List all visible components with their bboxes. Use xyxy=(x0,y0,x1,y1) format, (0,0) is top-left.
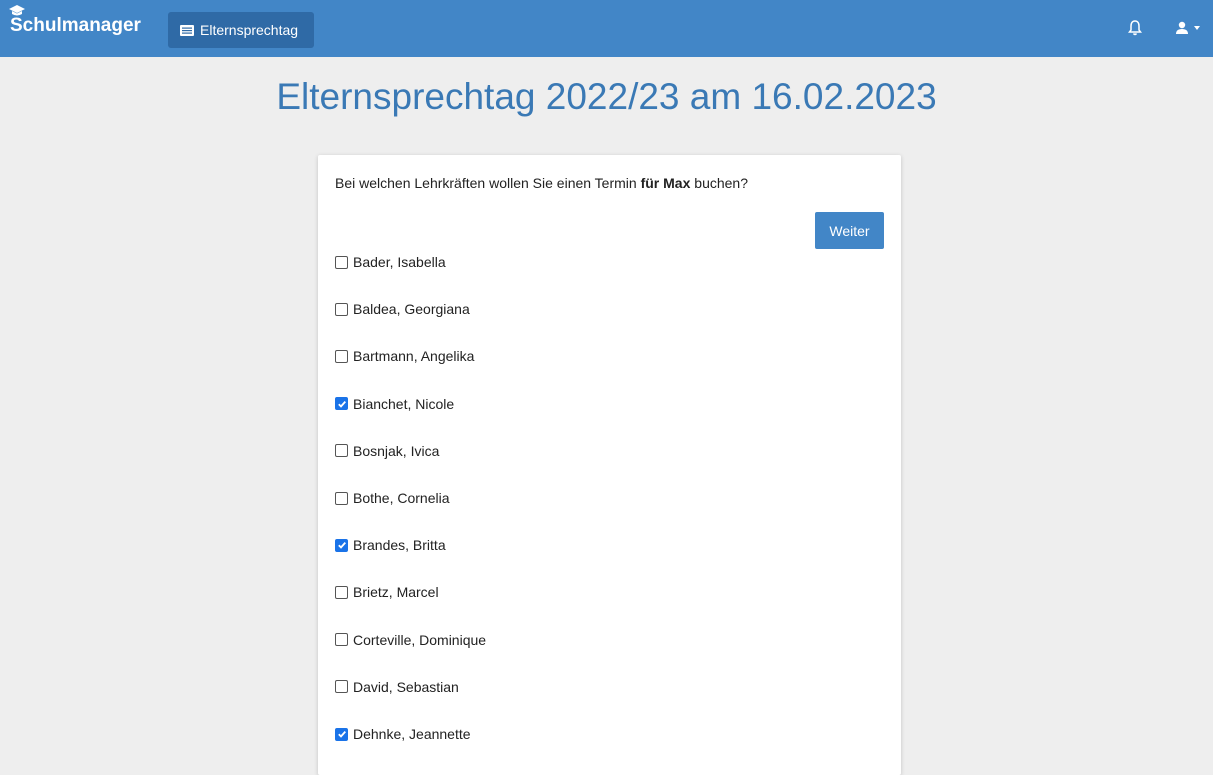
checkmark-icon xyxy=(337,400,346,408)
brand-logo[interactable]: Schulmanager xyxy=(9,5,141,46)
caret-down-icon xyxy=(1194,26,1200,30)
teacher-name: Bianchet, Nicole xyxy=(353,395,455,412)
teacher-item[interactable]: Brandes, Britta xyxy=(335,535,446,555)
teacher-selection-card: Bei welchen Lehrkräften wollen Sie einen… xyxy=(318,155,901,775)
teacher-checkbox[interactable] xyxy=(335,491,348,505)
teacher-checkbox[interactable] xyxy=(335,538,348,552)
teacher-item[interactable]: Bader, Isabella xyxy=(335,252,446,272)
checkmark-icon xyxy=(337,730,346,738)
teacher-item[interactable]: Bianchet, Nicole xyxy=(335,394,454,414)
teacher-name: Brandes, Britta xyxy=(353,537,446,554)
brand-name: Schulmanager xyxy=(10,15,141,36)
teacher-name: Dehnke, Jeannette xyxy=(353,726,471,742)
teacher-name: Brietz, Marcel xyxy=(353,584,439,601)
teacher-item[interactable]: Brietz, Marcel xyxy=(335,582,439,602)
weiter-button[interactable]: Weiter xyxy=(815,212,884,249)
teacher-item[interactable]: Bosnjak, Ivica xyxy=(335,441,439,461)
teacher-name: Bothe, Cornelia xyxy=(353,490,450,506)
page-title: Elternsprechtag 2022/23 am 16.02.2023 xyxy=(276,76,937,117)
top-navbar: Schulmanager Elternsprechtag xyxy=(0,0,1213,57)
question-text: Bei welchen Lehrkräften wollen Sie einen… xyxy=(335,175,748,191)
teacher-checkbox[interactable] xyxy=(335,255,348,269)
teacher-item[interactable]: Baldea, Georgiana xyxy=(335,299,470,319)
teacher-checkbox[interactable] xyxy=(335,349,348,363)
teacher-name: Bosnjak, Ivica xyxy=(353,442,440,459)
question-suffix: buchen? xyxy=(690,175,748,191)
teacher-item[interactable]: Bartmann, Angelika xyxy=(335,346,474,366)
teacher-name: David, Sebastian xyxy=(353,678,459,695)
teacher-name: Baldea, Georgiana xyxy=(353,301,470,318)
teacher-item[interactable]: Corteville, Dominique xyxy=(335,630,486,650)
teacher-checkbox[interactable] xyxy=(335,444,348,458)
teacher-name: Bader, Isabella xyxy=(353,254,446,270)
graduation-cap-icon xyxy=(9,5,25,16)
question-student: für Max xyxy=(640,175,691,191)
bell-icon[interactable] xyxy=(1127,19,1143,37)
nav-item-label: Elternsprechtag xyxy=(200,22,299,38)
nav-item-elternsprechtag[interactable]: Elternsprechtag xyxy=(168,12,314,48)
teacher-checkbox[interactable] xyxy=(335,585,348,599)
list-icon xyxy=(180,24,194,36)
teacher-checkbox[interactable] xyxy=(335,397,348,411)
teacher-checkbox[interactable] xyxy=(335,633,348,647)
teacher-name: Bartmann, Angelika xyxy=(353,348,475,365)
teacher-name: Corteville, Dominique xyxy=(353,631,487,648)
teacher-checkbox[interactable] xyxy=(335,727,348,741)
teacher-item[interactable]: David, Sebastian xyxy=(335,677,459,697)
teacher-checkbox[interactable] xyxy=(335,680,348,694)
teacher-checkbox[interactable] xyxy=(335,302,348,316)
question-prefix: Bei welchen Lehrkräften wollen Sie einen… xyxy=(335,175,641,191)
user-icon xyxy=(1176,21,1188,34)
teacher-item[interactable]: Dehnke, Jeannette xyxy=(335,724,471,744)
teacher-item[interactable]: Bothe, Cornelia xyxy=(335,488,450,508)
user-menu[interactable] xyxy=(1175,20,1205,36)
checkmark-icon xyxy=(337,542,346,549)
